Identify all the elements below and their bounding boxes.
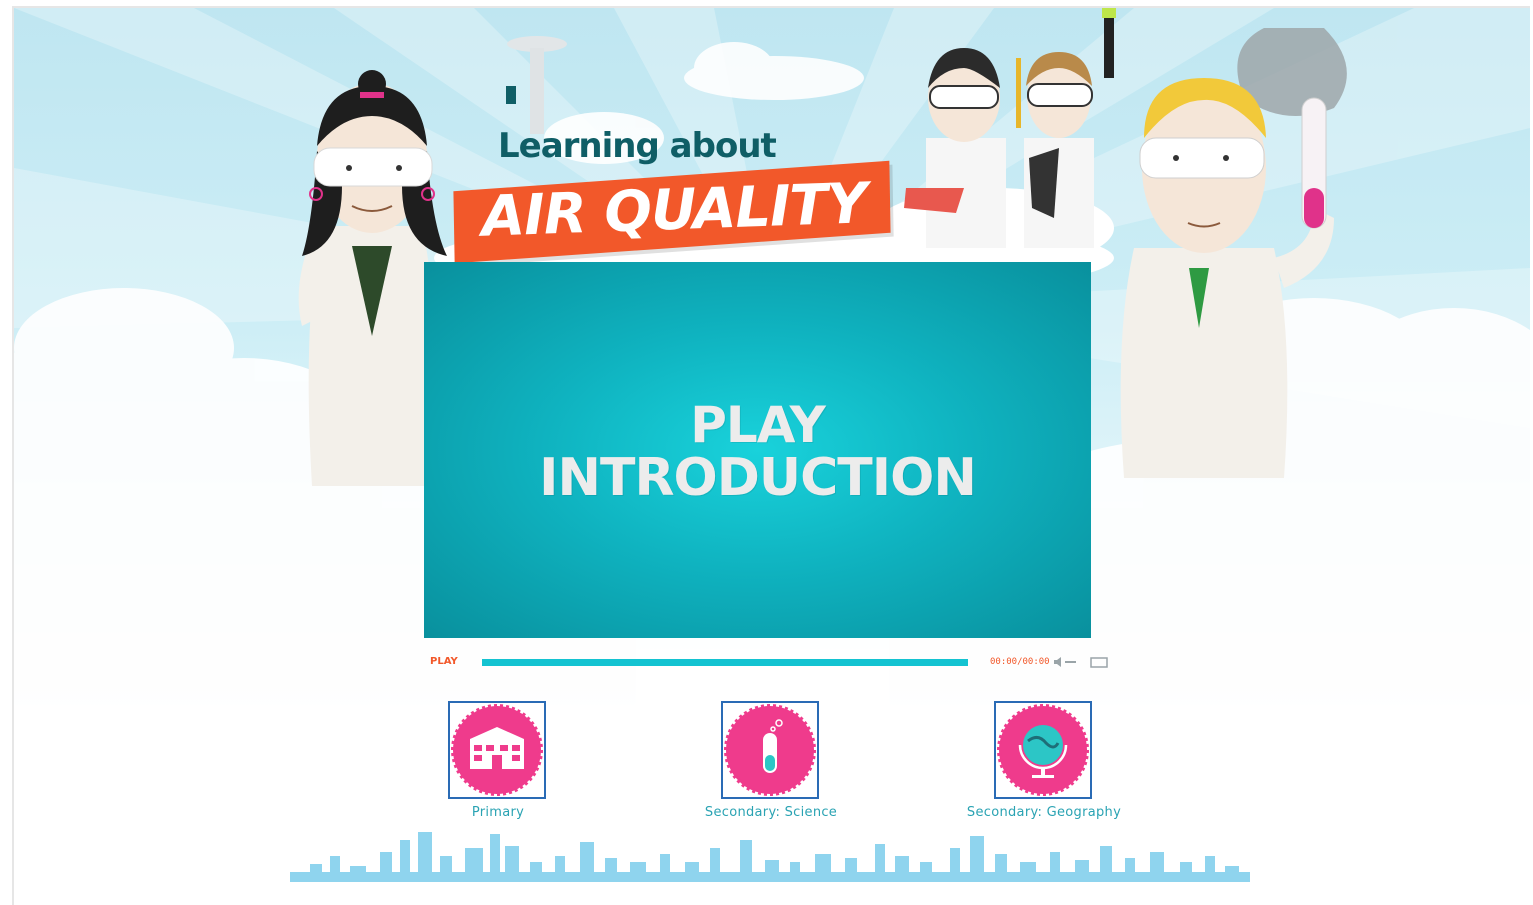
volume-icon[interactable] (1052, 656, 1078, 668)
globe-icon (997, 704, 1089, 796)
video-intro-label: INTRODUCTION (539, 448, 977, 508)
scientist-man-illustration (1120, 28, 1347, 478)
school-icon (451, 704, 543, 796)
video-play-label: PLAY (690, 396, 826, 454)
fullscreen-icon[interactable] (1088, 656, 1110, 668)
scientists-group-illustration (904, 8, 1116, 248)
video-controls: PLAY 00:00/00:00 (430, 656, 1120, 670)
secondary-geography-button[interactable] (994, 701, 1092, 799)
city-skyline-illustration (290, 832, 1250, 882)
video-progress-bar[interactable] (482, 659, 968, 666)
play-button[interactable]: PLAY (430, 656, 458, 667)
video-time: 00:00/00:00 (990, 657, 1050, 667)
secondary-science-label[interactable]: Secondary: Science (651, 805, 891, 820)
primary-level-label[interactable]: Primary (378, 805, 618, 820)
intro-video-player[interactable]: PLAY INTRODUCTION (424, 262, 1091, 638)
title-top-text: Learning about (498, 126, 777, 166)
test-tube-icon (724, 704, 816, 796)
secondary-geography-label[interactable]: Secondary: Geography (924, 805, 1164, 820)
primary-level-button[interactable] (448, 701, 546, 799)
page-stage: Learning about AIR QUALITY PLAY INTRODUC… (12, 6, 1530, 905)
air-sensor-tower-illustration (506, 36, 567, 134)
secondary-science-button[interactable] (721, 701, 819, 799)
